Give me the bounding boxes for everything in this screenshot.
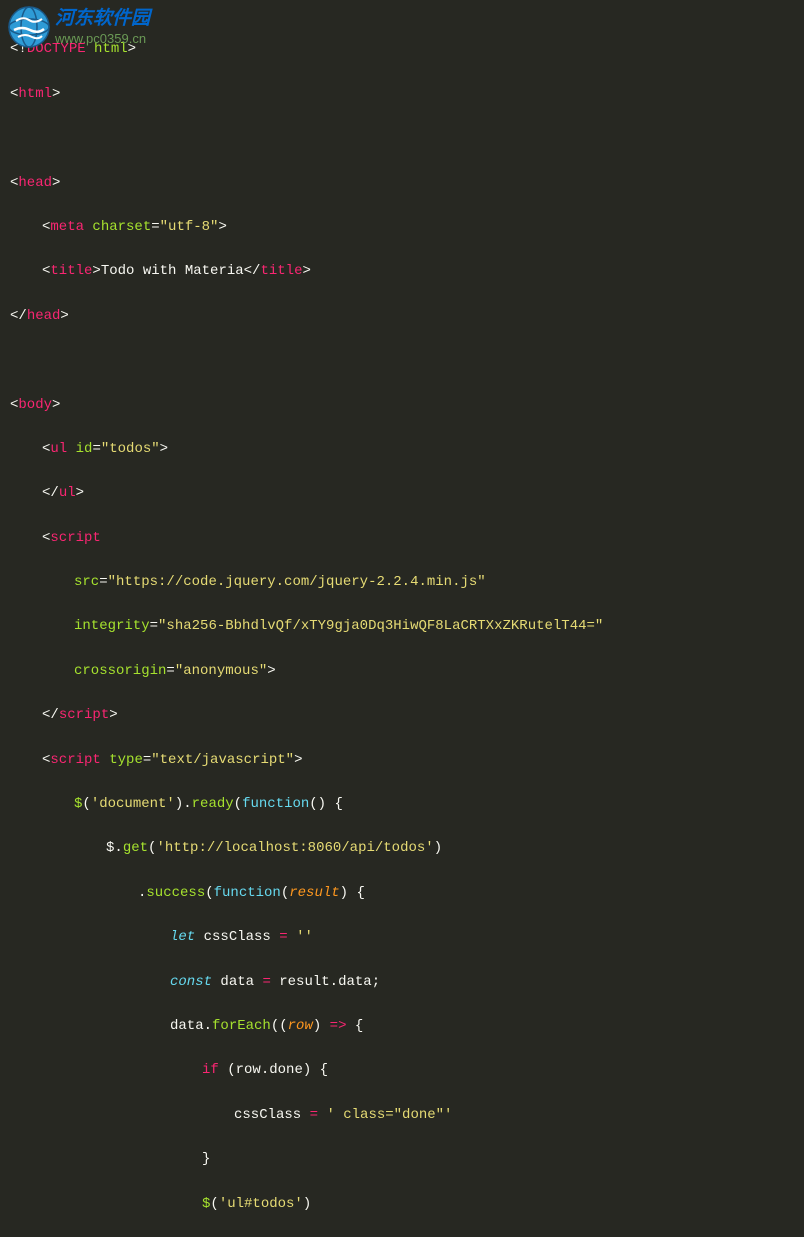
code-line: <html> [10, 83, 794, 105]
watermark-site-url: www.pc0359.cn [55, 31, 150, 47]
code-editor-view: <!DOCTYPE html> <html> <head> <meta char… [10, 16, 794, 1237]
code-line: <script [10, 527, 794, 549]
watermark-globe-icon [8, 6, 50, 48]
code-line: integrity="sha256-BbhdlvQf/xTY9gja0Dq3Hi… [10, 615, 794, 637]
code-line: <head> [10, 172, 794, 194]
code-line: <body> [10, 394, 794, 416]
code-line [10, 349, 794, 371]
code-line: .success(function(result) { [10, 882, 794, 904]
code-line: cssClass = ' class="done"' [10, 1104, 794, 1126]
code-line: if (row.done) { [10, 1059, 794, 1081]
code-line: $('document').ready(function() { [10, 793, 794, 815]
watermark-site-name: 河东软件园 [55, 8, 150, 31]
code-line: src="https://code.jquery.com/jquery-2.2.… [10, 571, 794, 593]
code-line: data.forEach((row) => { [10, 1015, 794, 1037]
code-line: <ul id="todos"> [10, 438, 794, 460]
code-line: <script type="text/javascript"> [10, 749, 794, 771]
code-line: $.get('http://localhost:8060/api/todos') [10, 837, 794, 859]
code-line: </script> [10, 704, 794, 726]
watermark-logo-overlay: 河东软件园 www.pc0359.cn [8, 6, 150, 48]
code-line: let cssClass = '' [10, 926, 794, 948]
code-line: <title>Todo with Materia</title> [10, 260, 794, 282]
code-line: <meta charset="utf-8"> [10, 216, 794, 238]
code-line: $('ul#todos') [10, 1193, 794, 1215]
code-line [10, 127, 794, 149]
code-line: crossorigin="anonymous"> [10, 660, 794, 682]
code-line: } [10, 1148, 794, 1170]
code-line: </head> [10, 305, 794, 327]
code-line: </ul> [10, 482, 794, 504]
code-line: const data = result.data; [10, 971, 794, 993]
